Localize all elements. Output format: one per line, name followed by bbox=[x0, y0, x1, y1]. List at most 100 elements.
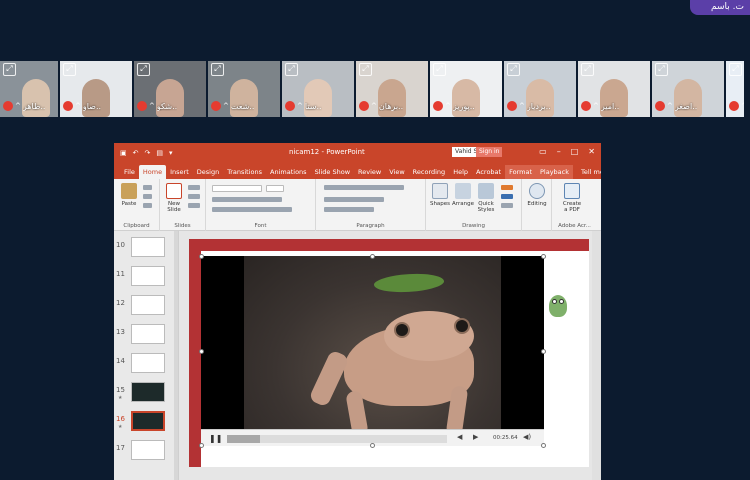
slide-thumbnail[interactable]: 13 bbox=[114, 322, 174, 346]
font-color-buttons[interactable] bbox=[212, 207, 292, 212]
new-slide-button[interactable]: New Slide bbox=[162, 183, 186, 213]
direction-buttons[interactable] bbox=[324, 207, 374, 212]
expand-icon[interactable]: ⤢ bbox=[137, 63, 150, 76]
caret-icon[interactable]: ^ bbox=[223, 102, 229, 110]
participant-tile[interactable]: ⤢ ^ اصغر.. bbox=[652, 61, 724, 117]
font-size-box[interactable] bbox=[266, 185, 284, 192]
section-icon[interactable] bbox=[188, 203, 200, 208]
tab-home[interactable]: Home bbox=[138, 165, 167, 179]
volume-icon[interactable]: ◀) bbox=[523, 433, 531, 441]
forward-button[interactable]: ▶ bbox=[473, 433, 478, 441]
customize-icon[interactable]: ▾ bbox=[169, 149, 173, 157]
tab-file[interactable]: File bbox=[120, 165, 139, 179]
resize-handle-tr[interactable] bbox=[541, 254, 546, 259]
reset-icon[interactable] bbox=[188, 194, 200, 199]
participant-tile[interactable]: ⤢ ^ شکو.. bbox=[134, 61, 206, 117]
layout-icon[interactable] bbox=[188, 185, 200, 190]
expand-icon[interactable]: ⤢ bbox=[507, 63, 520, 76]
shapes-button[interactable]: Shapes bbox=[428, 183, 452, 207]
participant-tile[interactable]: ⤢ ^ طاهر.. bbox=[0, 61, 58, 117]
shape-effects-icon[interactable] bbox=[501, 203, 513, 208]
pause-button[interactable]: ❚❚ bbox=[209, 434, 222, 443]
participant-tile[interactable]: ⤢ ^ بردیار.. bbox=[504, 61, 576, 117]
tab-animations[interactable]: Animations bbox=[266, 165, 311, 179]
shape-outline-icon[interactable] bbox=[501, 194, 513, 199]
resize-handle-bl[interactable] bbox=[199, 443, 204, 448]
create-pdf-button[interactable]: Create a PDF bbox=[560, 183, 584, 213]
expand-icon[interactable]: ⤢ bbox=[285, 63, 298, 76]
tab-playback[interactable]: Playback bbox=[536, 165, 574, 179]
expand-icon[interactable]: ⤢ bbox=[359, 63, 372, 76]
expand-icon[interactable]: ⤢ bbox=[63, 63, 76, 76]
tab-format[interactable]: Format bbox=[505, 165, 536, 179]
slide-thumbnail[interactable]: 10 bbox=[114, 235, 174, 259]
caret-icon[interactable]: ^ bbox=[15, 102, 21, 110]
expand-icon[interactable]: ⤢ bbox=[3, 63, 16, 76]
slide-scrollbar[interactable] bbox=[592, 231, 601, 480]
font-style-buttons[interactable] bbox=[212, 197, 282, 202]
maximize-icon[interactable]: □ bbox=[571, 147, 579, 156]
rewind-button[interactable]: ◀ bbox=[457, 433, 462, 441]
font-name-box[interactable] bbox=[212, 185, 262, 192]
save-icon[interactable]: ▣ bbox=[120, 149, 127, 157]
quick-styles-button[interactable]: Quick Styles bbox=[474, 183, 498, 213]
tab-slide-show[interactable]: Slide Show bbox=[311, 165, 354, 179]
arrange-button[interactable]: Arrange bbox=[451, 183, 475, 207]
tab-help[interactable]: Help bbox=[449, 165, 472, 179]
resize-handle-tm[interactable] bbox=[370, 254, 375, 259]
redo-icon[interactable]: ↷ bbox=[145, 149, 151, 157]
resize-handle-tl[interactable] bbox=[199, 254, 204, 259]
slide-thumbnail[interactable]: 11 bbox=[114, 264, 174, 288]
format-painter-icon[interactable] bbox=[143, 203, 152, 208]
video-progress-bar[interactable] bbox=[227, 435, 447, 443]
resize-handle-bm[interactable] bbox=[370, 443, 375, 448]
resize-handle-mr[interactable] bbox=[541, 349, 546, 354]
caret-icon[interactable]: ^ bbox=[593, 102, 599, 110]
tab-transitions[interactable]: Transitions bbox=[223, 165, 266, 179]
slide-thumbnail[interactable]: 17 bbox=[114, 438, 174, 462]
list-buttons[interactable] bbox=[324, 185, 404, 190]
embedded-video[interactable] bbox=[201, 256, 544, 446]
present-icon[interactable]: ▤ bbox=[156, 149, 163, 157]
participant-tile[interactable]: ⤢ ^ امیر.. bbox=[578, 61, 650, 117]
tell-me-box[interactable]: Tell me bbox=[577, 165, 601, 179]
paste-button[interactable]: Paste bbox=[117, 183, 141, 207]
undo-icon[interactable]: ↶ bbox=[133, 149, 139, 157]
ribbon-display-icon[interactable]: ▭ bbox=[539, 147, 547, 156]
shape-fill-icon[interactable] bbox=[501, 185, 513, 190]
slide-thumbnail[interactable]: 15 ★ bbox=[114, 380, 174, 404]
expand-icon[interactable]: ⤢ bbox=[729, 63, 742, 76]
tab-design[interactable]: Design bbox=[193, 165, 223, 179]
slide-thumbnail[interactable]: 14 bbox=[114, 351, 174, 375]
participant-tile[interactable]: ⤢ ^ شعت.. bbox=[208, 61, 280, 117]
participant-tile[interactable]: ⤢ ^ صاو.. bbox=[60, 61, 132, 117]
participant-tile[interactable]: ⤢ ^ ستا.. bbox=[282, 61, 354, 117]
editing-button[interactable]: Editing bbox=[525, 183, 549, 207]
slide-thumbnail[interactable]: 16 ★ bbox=[114, 409, 174, 433]
expand-icon[interactable]: ⤢ bbox=[433, 63, 446, 76]
caret-icon[interactable]: ^ bbox=[741, 102, 744, 110]
participant-tile[interactable]: ⤢ ^ برهان.. bbox=[356, 61, 428, 117]
resize-handle-br[interactable] bbox=[541, 443, 546, 448]
close-icon[interactable]: ✕ bbox=[588, 147, 595, 156]
participant-tile[interactable]: ⤢ ^ پوریز.. bbox=[430, 61, 502, 117]
thumbnail-scrollbar[interactable] bbox=[174, 231, 178, 480]
caret-icon[interactable]: ^ bbox=[371, 102, 377, 110]
expand-icon[interactable]: ⤢ bbox=[581, 63, 594, 76]
minimize-icon[interactable]: – bbox=[557, 147, 561, 156]
caret-icon[interactable]: ^ bbox=[149, 102, 155, 110]
expand-icon[interactable]: ⤢ bbox=[211, 63, 224, 76]
slide-thumbnail[interactable]: 12 bbox=[114, 293, 174, 317]
participant-tile[interactable]: ⤢ ^ bbox=[726, 61, 744, 117]
tab-acrobat[interactable]: Acrobat bbox=[472, 165, 505, 179]
caret-icon[interactable]: ^ bbox=[519, 102, 525, 110]
tab-recording[interactable]: Recording bbox=[409, 165, 450, 179]
tab-review[interactable]: Review bbox=[354, 165, 385, 179]
cut-icon[interactable] bbox=[143, 185, 152, 190]
slide-canvas[interactable]: ❚❚ ◀ ▶ 00:25.64 ◀) bbox=[189, 239, 589, 467]
expand-icon[interactable]: ⤢ bbox=[655, 63, 668, 76]
resize-handle-ml[interactable] bbox=[199, 349, 204, 354]
sign-in-button[interactable]: Sign in bbox=[476, 147, 503, 157]
caret-icon[interactable]: ^ bbox=[75, 102, 81, 110]
tab-insert[interactable]: Insert bbox=[166, 165, 193, 179]
